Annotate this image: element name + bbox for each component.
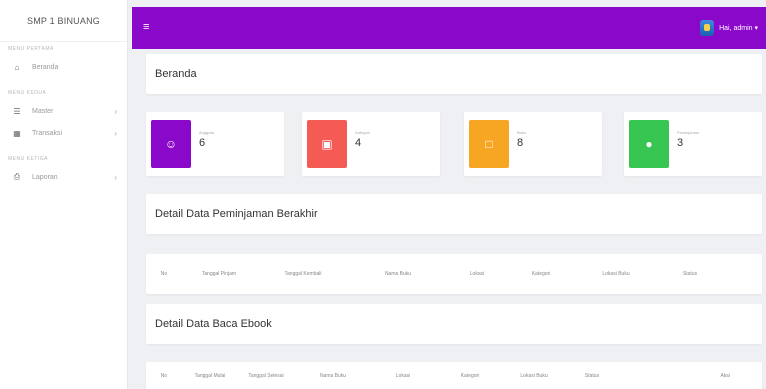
table-header-cell[interactable]: Lokasi <box>446 271 508 277</box>
stat-card-caption: Kategori <box>355 130 370 135</box>
table-header-cell[interactable]: Kategori <box>434 373 506 379</box>
table-header-cell[interactable]: No <box>146 271 182 277</box>
sidebar-section-heading: MENU KETIGA <box>8 156 48 162</box>
stat-cards: ☺ Anggota 6 ▣ Kategori 4 □ Buku 8 ● Pemi… <box>146 112 762 176</box>
file-icon: □ <box>469 120 509 168</box>
table-header-cell[interactable]: Lokasi Buku <box>506 373 562 379</box>
user-icon: ☺ <box>151 120 191 168</box>
stat-card-kategori[interactable]: ▣ Kategori 4 <box>302 112 440 176</box>
table-header-cell[interactable]: Status <box>562 373 622 379</box>
ebook-section-title-panel: Detail Data Baca Ebook <box>146 304 762 344</box>
stat-card-value: 4 <box>355 137 362 149</box>
table-header-cell[interactable]: No <box>146 373 182 379</box>
sidebar: SMP 1 BINUANG MENU PERTAMA ⌂ Beranda MEN… <box>0 0 128 389</box>
list-icon: ☰ <box>13 106 21 116</box>
book-icon: ▦ <box>13 128 21 138</box>
home-icon: ⌂ <box>14 62 20 72</box>
sidebar-item-label: Laporan <box>32 173 58 181</box>
sidebar-section-heading: MENU KEDUA <box>8 90 47 96</box>
table-header-cell[interactable]: Tanggal Kembali <box>256 271 350 277</box>
hamburger-menu-icon[interactable]: ≡ <box>143 22 149 33</box>
ebook-table-header: No Tanggal Mulai Tanggal Selesai Nama Bu… <box>146 362 762 389</box>
sidebar-section-heading: MENU PERTAMA <box>8 46 54 52</box>
sidebar-item-label: Beranda <box>32 63 59 71</box>
peminjaman-section-title-panel: Detail Data Peminjaman Berakhir <box>146 194 762 234</box>
stat-card-caption: Buku <box>517 130 527 135</box>
table-header-cell[interactable]: Tanggal Pinjam <box>182 271 256 277</box>
brand-title[interactable]: SMP 1 BINUANG <box>0 0 127 42</box>
sidebar-item-transaksi[interactable]: ▦ Transaksi › <box>0 122 127 144</box>
stat-card-anggota[interactable]: ☺ Anggota 6 <box>146 112 284 176</box>
table-header-cell[interactable]: Tanggal Mulai <box>182 373 238 379</box>
table-header-cell[interactable]: Status <box>658 271 722 277</box>
avatar <box>700 20 715 36</box>
section-title: Detail Data Baca Ebook <box>155 318 272 330</box>
stat-card-caption: Peminjaman <box>677 130 700 135</box>
peminjaman-table-header: No Tanggal Pinjam Tanggal Kembali Nama B… <box>146 254 762 294</box>
stat-card-value: 8 <box>517 137 524 149</box>
topbar: ≡ Hai, admin ▾ <box>132 7 766 49</box>
stat-card-caption: Anggota <box>199 130 214 135</box>
stat-card-buku[interactable]: □ Buku 8 <box>464 112 602 176</box>
page-title-panel: Beranda <box>146 54 762 94</box>
table-header-cell[interactable]: Lokasi <box>372 373 434 379</box>
stat-card-peminjaman[interactable]: ● Peminjaman 3 <box>624 112 762 176</box>
user-menu[interactable]: Hai, admin ▾ <box>700 20 758 36</box>
stat-card-value: 6 <box>199 137 206 149</box>
sidebar-item-label: Transaksi <box>32 129 63 137</box>
chevron-right-icon: › <box>114 172 117 182</box>
circle-icon: ● <box>629 120 669 168</box>
table-header-cell[interactable]: Tanggal Selesai <box>238 373 294 379</box>
section-title: Detail Data Peminjaman Berakhir <box>155 208 318 220</box>
stat-card-value: 3 <box>677 137 684 149</box>
card-icon: ▣ <box>307 120 347 168</box>
table-header-cell[interactable]: Aksi <box>622 373 752 379</box>
table-header-cell[interactable]: Kategori <box>508 271 574 277</box>
sidebar-item-beranda[interactable]: ⌂ Beranda <box>0 56 127 78</box>
table-header-cell[interactable]: Nama Buku <box>294 373 372 379</box>
sidebar-item-master[interactable]: ☰ Master › <box>0 100 127 122</box>
sidebar-item-laporan[interactable]: ⎙ Laporan › <box>0 166 127 188</box>
table-header-cell[interactable]: Lokasi Buku <box>574 271 658 277</box>
user-menu-label: Hai, admin ▾ <box>719 25 758 32</box>
page-title: Beranda <box>155 68 197 80</box>
chevron-right-icon: › <box>114 106 117 116</box>
print-icon: ⎙ <box>13 172 21 181</box>
sidebar-item-label: Master <box>32 107 54 115</box>
table-header-cell[interactable]: Nama Buku <box>350 271 446 277</box>
chevron-right-icon: › <box>114 128 117 138</box>
